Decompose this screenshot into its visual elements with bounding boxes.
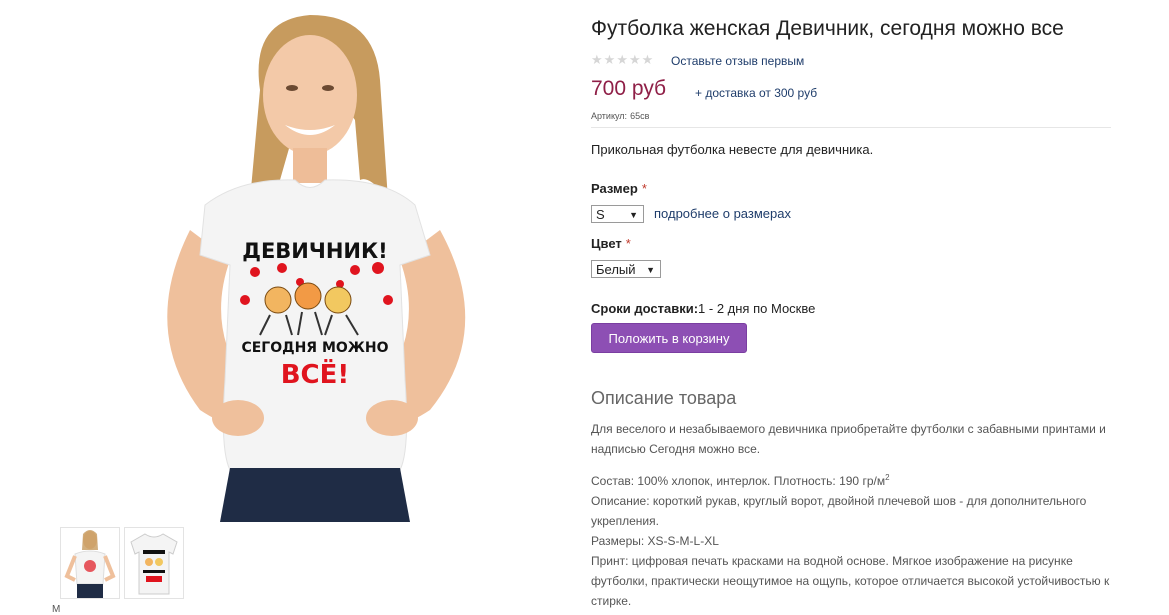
size-label-text: Размер [591,181,638,196]
product-title: Футболка женская Девичник, сегодня можно… [591,17,1064,40]
description-specs: Состав: 100% хлопок, интерлок. Плотность… [591,468,1111,611]
thumbnail-tshirt[interactable] [124,527,184,599]
star-icon[interactable]: ★ [591,53,603,66]
shipping-time: Сроки доставки:1 - 2 дня по Москве [591,301,815,316]
thumbnail-model[interactable] [60,527,120,599]
sku-value: 65св [630,111,650,121]
print-line: Принт: цифровая печать красками на водно… [591,554,1110,608]
color-label: Цвет * [591,236,631,251]
required-mark: * [641,181,647,196]
star-icon[interactable]: ★ [604,53,616,66]
required-mark: * [625,236,631,251]
details-line: Описание: короткий рукав, круглый ворот,… [591,494,1087,528]
product-sku: Артикул: 65св [591,111,649,121]
cut-off-text: М [52,604,61,615]
star-icon[interactable]: ★ [629,53,641,66]
product-price: 700 руб [591,77,667,100]
composition-sup: 2 [885,473,890,482]
color-select[interactable]: Белый ▼ [591,260,661,278]
composition-line: Состав: 100% хлопок, интерлок. Плотность… [591,468,1111,491]
color-label-text: Цвет [591,236,622,251]
description-intro-text: Для веселого и незабываемого девичника п… [591,422,1106,456]
dropdown-arrow-icon: ▼ [629,210,638,220]
shipping-value: 1 - 2 дня по Москве [698,301,816,316]
shipping-label: Сроки доставки: [591,301,699,316]
size-guide-link[interactable]: подробнее о размерах [654,206,791,221]
dropdown-arrow-icon: ▼ [646,265,655,275]
rating-stars[interactable]: ★ ★ ★ ★ ★ [591,53,653,66]
composition-text: Состав: 100% хлопок, интерлок. Плотность… [591,474,886,488]
add-to-cart-button[interactable]: Положить в корзину [591,323,747,353]
star-icon[interactable]: ★ [616,53,628,66]
print-text-line3: ВСЁ! [281,358,350,390]
product-gallery: ДЕВИЧНИК! СЕГОДНЯ МОЖНО ВСЁ! [110,0,520,522]
size-select-value: S [596,207,605,222]
sizes-line: Размеры: XS-S-M-L-XL [591,534,719,548]
product-main-photo[interactable]: ДЕВИЧНИК! СЕГОДНЯ МОЖНО ВСЁ! [110,0,520,522]
description-heading: Описание товара [591,388,737,408]
write-review-link[interactable]: Оставьте отзыв первым [671,54,804,68]
star-icon[interactable]: ★ [642,53,654,66]
print-text-line1: ДЕВИЧНИК! [242,239,388,263]
print-text-line2: СЕГОДНЯ МОЖНО [241,340,388,356]
short-description: Прикольная футболка невесте для девичник… [591,142,874,157]
size-select[interactable]: S ▼ [591,205,644,223]
delivery-cost: + доставка от 300 руб [695,86,818,100]
color-select-value: Белый [596,262,636,277]
size-label: Размер * [591,181,647,196]
description-intro: Для веселого и незабываемого девичника п… [591,419,1111,459]
divider [591,127,1111,128]
sku-label: Артикул: [591,111,628,121]
